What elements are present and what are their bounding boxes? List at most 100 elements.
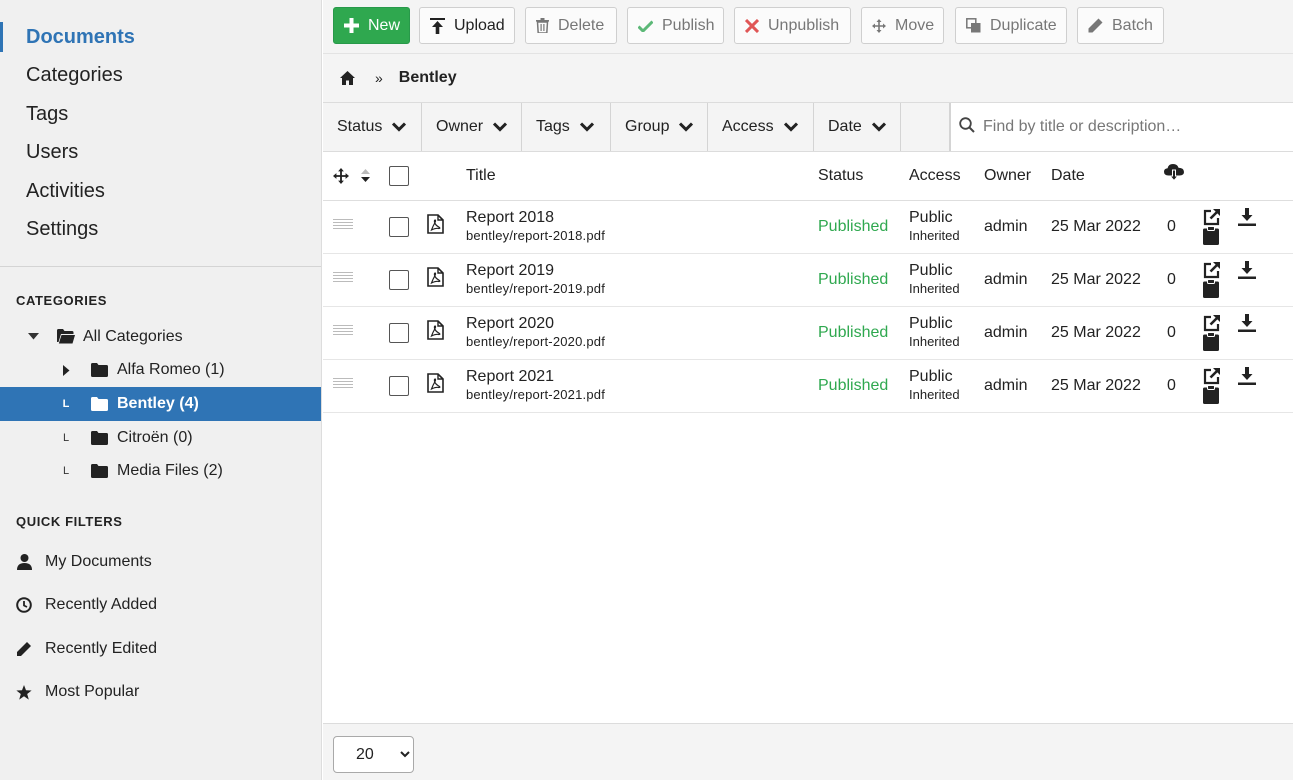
nav-item-tags[interactable]: Tags [0, 95, 321, 133]
document-title[interactable]: Report 2020 [466, 315, 818, 333]
clipboard-icon[interactable] [1203, 226, 1219, 246]
nav-item-settings[interactable]: Settings [0, 210, 321, 248]
nav-item-categories[interactable]: Categories [0, 56, 321, 94]
toolbar: New Upload Delete Publish Unpublish Move… [323, 0, 1293, 54]
unpublish-button[interactable]: Unpublish [734, 7, 851, 44]
quick-filter-most-popular[interactable]: Most Popular [0, 677, 321, 707]
table-row[interactable]: Report 2021 bentley/report-2021.pdf Publ… [323, 359, 1293, 413]
access-header[interactable]: Access [909, 152, 984, 201]
filter-status[interactable]: Status [323, 103, 422, 151]
owner-cell: admin [984, 306, 1051, 360]
clock-icon [16, 597, 32, 613]
access-level: Public [909, 262, 953, 279]
owner-header[interactable]: Owner [984, 152, 1051, 201]
actions-cell [1199, 253, 1293, 307]
document-filename: bentley/report-2018.pdf [466, 228, 606, 243]
user-icon [16, 554, 32, 570]
document-title[interactable]: Report 2021 [466, 368, 818, 386]
title-header[interactable]: Title [466, 152, 818, 201]
status-cell[interactable]: Published [818, 253, 909, 307]
nav-item-users[interactable]: Users [0, 133, 321, 171]
download-icon[interactable] [1238, 313, 1257, 332]
per-page-select[interactable]: 20 [333, 736, 414, 773]
drag-handle-cell [323, 306, 377, 360]
move-button[interactable]: Move [861, 7, 944, 44]
type-header [425, 152, 466, 201]
breadcrumb-current: Bentley [398, 69, 457, 86]
open-external-icon[interactable] [1203, 261, 1221, 279]
file-type-cell [425, 306, 466, 360]
table-row[interactable]: Report 2018 bentley/report-2018.pdf Publ… [323, 200, 1293, 254]
drag-handle-cell [323, 359, 377, 413]
download-icon[interactable] [1238, 207, 1257, 226]
date-cell: 25 Mar 2022 [1051, 200, 1164, 254]
date-header[interactable]: Date [1051, 152, 1164, 201]
caret-down-icon[interactable] [26, 333, 40, 340]
tree-item-media-files[interactable]: L Media Files (2) [0, 454, 321, 488]
downloads-cell: 0 [1164, 306, 1199, 360]
filter-tags[interactable]: Tags [522, 103, 611, 151]
owner-cell: admin [984, 359, 1051, 413]
date-cell: 25 Mar 2022 [1051, 306, 1164, 360]
row-checkbox[interactable] [389, 216, 409, 237]
open-external-icon[interactable] [1203, 208, 1221, 226]
document-title[interactable]: Report 2019 [466, 262, 818, 280]
filter-date[interactable]: Date [814, 103, 901, 151]
quick-filter-my-documents[interactable]: My Documents [0, 547, 321, 577]
tree-item-alfa-romeo[interactable]: Alfa Romeo (1) [0, 354, 321, 388]
date-cell: 25 Mar 2022 [1051, 359, 1164, 413]
filter-access[interactable]: Access [708, 103, 814, 151]
quick-filter-recently-added[interactable]: Recently Added [0, 590, 321, 620]
caret-right-icon[interactable] [59, 364, 73, 376]
upload-button[interactable]: Upload [419, 7, 515, 44]
download-icon[interactable] [1238, 366, 1257, 385]
clipboard-icon[interactable] [1203, 385, 1219, 405]
filter-owner[interactable]: Owner [422, 103, 522, 151]
tree-item-citroen[interactable]: L Citroën (0) [0, 421, 321, 455]
drag-handle-icon[interactable] [333, 323, 353, 337]
open-external-icon[interactable] [1203, 367, 1221, 385]
status-header[interactable]: Status [818, 152, 909, 201]
tree-item-all-categories[interactable]: All Categories [0, 320, 321, 354]
drag-handle-icon[interactable] [333, 270, 353, 284]
document-title[interactable]: Report 2018 [466, 209, 818, 227]
sort-icon[interactable] [361, 169, 371, 183]
duplicate-button[interactable]: Duplicate [955, 7, 1067, 44]
status-cell[interactable]: Published [818, 359, 909, 413]
publish-button[interactable]: Publish [627, 7, 724, 44]
tree-branch-icon: L [62, 397, 70, 410]
delete-button[interactable]: Delete [525, 7, 617, 44]
pdf-file-icon [427, 267, 444, 287]
quick-filter-recently-edited[interactable]: Recently Edited [0, 634, 321, 664]
title-cell: Report 2018 bentley/report-2018.pdf [466, 200, 818, 254]
clipboard-icon[interactable] [1203, 332, 1219, 352]
select-all-checkbox[interactable] [389, 165, 409, 186]
drag-handle-icon[interactable] [333, 217, 353, 231]
reorder-header[interactable] [323, 152, 377, 201]
search-input[interactable] [983, 118, 1283, 136]
filter-group[interactable]: Group [611, 103, 708, 151]
home-icon[interactable] [340, 71, 355, 85]
move-arrows-icon[interactable] [333, 167, 349, 184]
downloads-header[interactable] [1164, 152, 1199, 201]
nav-item-activities[interactable]: Activities [0, 172, 321, 210]
document-filename: bentley/report-2020.pdf [466, 334, 606, 349]
open-external-icon[interactable] [1203, 314, 1221, 332]
row-checkbox[interactable] [389, 269, 409, 290]
pdf-file-icon [427, 214, 444, 234]
row-checkbox[interactable] [389, 322, 409, 343]
status-cell[interactable]: Published [818, 200, 909, 254]
download-icon[interactable] [1238, 260, 1257, 279]
clipboard-icon[interactable] [1203, 279, 1219, 299]
folder-icon [91, 430, 109, 445]
star-icon [16, 684, 32, 700]
nav-item-documents[interactable]: Documents [0, 18, 321, 56]
new-button[interactable]: New [333, 7, 410, 44]
row-checkbox[interactable] [389, 375, 409, 396]
drag-handle-icon[interactable] [333, 376, 353, 390]
status-cell[interactable]: Published [818, 306, 909, 360]
tree-item-bentley[interactable]: L Bentley (4) [0, 387, 321, 421]
batch-button[interactable]: Batch [1077, 7, 1164, 44]
table-row[interactable]: Report 2019 bentley/report-2019.pdf Publ… [323, 253, 1293, 307]
table-row[interactable]: Report 2020 bentley/report-2020.pdf Publ… [323, 306, 1293, 360]
